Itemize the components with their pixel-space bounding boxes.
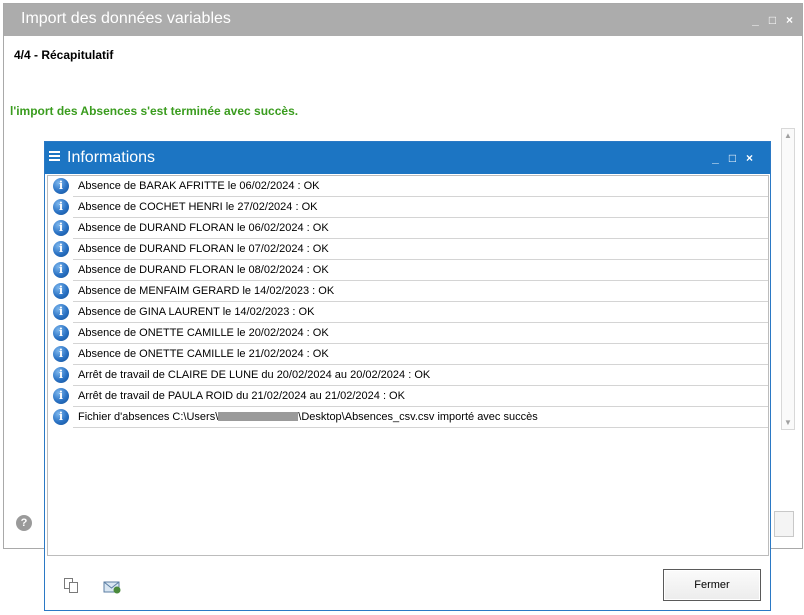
message-text: Absence de COCHET HENRI le 27/02/2024 : … xyxy=(73,197,768,218)
informations-dialog: Informations _ □ × i Absence de BARAK AFR… xyxy=(44,141,771,611)
scroll-down-icon[interactable]: ▼ xyxy=(782,418,794,427)
info-icon: i xyxy=(53,346,69,362)
message-text: Arrêt de travail de PAULA ROID du 21/02/… xyxy=(73,386,768,407)
partial-button[interactable] xyxy=(774,511,794,537)
info-icon: i xyxy=(53,262,69,278)
list-item[interactable]: i Absence de COCHET HENRI le 27/02/2024 :… xyxy=(48,197,768,218)
message-text: Absence de DURAND FLORAN le 08/02/2024 :… xyxy=(73,260,768,281)
list-item[interactable]: i Absence de BARAK AFRITTE le 06/02/2024 … xyxy=(48,176,768,197)
dialog-titlebar: Informations _ □ × xyxy=(45,142,770,174)
list-item[interactable]: i Absence de DURAND FLORAN le 07/02/2024 … xyxy=(48,239,768,260)
minimize-button[interactable]: _ xyxy=(747,13,764,27)
file-path-prefix: Fichier d'absences C:\Users\ xyxy=(78,411,219,423)
info-icon: i xyxy=(53,388,69,404)
help-icon[interactable]: ? xyxy=(16,515,32,531)
window-title: Import des données variables xyxy=(21,10,231,27)
message-text: Absence de DURAND FLORAN le 06/02/2024 :… xyxy=(73,218,768,239)
message-text: Absence de DURAND FLORAN le 07/02/2024 :… xyxy=(73,239,768,260)
scroll-up-icon[interactable]: ▲ xyxy=(782,131,794,140)
copy-icon[interactable] xyxy=(63,578,79,594)
list-item[interactable]: i Arrêt de travail de PAULA ROID du 21/02… xyxy=(48,386,768,407)
message-text: Arrêt de travail de CLAIRE DE LUNE du 20… xyxy=(73,365,768,386)
message-text: Absence de MENFAIM GERARD le 14/02/2023 … xyxy=(73,281,768,302)
redacted-username xyxy=(218,412,299,421)
info-icon: i xyxy=(53,367,69,383)
list-item[interactable]: i Absence de DURAND FLORAN le 08/02/2024 … xyxy=(48,260,768,281)
dialog-close-button[interactable]: × xyxy=(741,151,758,165)
import-window-titlebar: Import des données variables _ □ × xyxy=(4,4,802,36)
message-text: Fichier d'absences C:\Users\ \Desktop\Abs… xyxy=(73,407,768,428)
maximize-button[interactable]: □ xyxy=(764,13,781,27)
success-message: l'import des Absences s'est terminée ave… xyxy=(10,104,299,118)
info-icon: i xyxy=(53,199,69,215)
message-text: Absence de GINA LAURENT le 14/02/2023 : … xyxy=(73,302,768,323)
close-dialog-button[interactable]: Fermer xyxy=(663,569,761,601)
list-item[interactable]: i Absence de ONETTE CAMILLE le 20/02/2024… xyxy=(48,323,768,344)
list-item[interactable]: i Absence de ONETTE CAMILLE le 21/02/2024… xyxy=(48,344,768,365)
email-icon[interactable] xyxy=(103,579,121,594)
list-icon xyxy=(49,151,60,163)
dialog-maximize-button[interactable]: □ xyxy=(724,151,741,165)
step-title: 4/4 - Récapitulatif xyxy=(14,48,114,62)
message-text: Absence de ONETTE CAMILLE le 21/02/2024 … xyxy=(73,344,768,365)
close-button[interactable]: × xyxy=(781,13,798,27)
message-text: Absence de ONETTE CAMILLE le 20/02/2024 … xyxy=(73,323,768,344)
dialog-minimize-button[interactable]: _ xyxy=(707,151,724,165)
list-item-file[interactable]: i Fichier d'absences C:\Users\ \Desktop\A… xyxy=(48,407,768,428)
list-item[interactable]: i Absence de GINA LAURENT le 14/02/2023 :… xyxy=(48,302,768,323)
dialog-title: Informations xyxy=(67,149,156,166)
info-icon: i xyxy=(53,325,69,341)
message-list[interactable]: i Absence de BARAK AFRITTE le 06/02/2024 … xyxy=(47,175,769,556)
info-icon: i xyxy=(53,304,69,320)
info-icon: i xyxy=(53,283,69,299)
info-icon: i xyxy=(53,220,69,236)
file-path-suffix: \Desktop\Absences_csv.csv importé avec s… xyxy=(298,411,538,423)
info-icon: i xyxy=(53,241,69,257)
info-icon: i xyxy=(53,409,69,425)
list-item[interactable]: i Absence de DURAND FLORAN le 06/02/2024 … xyxy=(48,218,768,239)
list-item[interactable]: i Absence de MENFAIM GERARD le 14/02/2023… xyxy=(48,281,768,302)
info-icon: i xyxy=(53,178,69,194)
message-text: Absence de BARAK AFRITTE le 06/02/2024 :… xyxy=(73,176,768,197)
list-item[interactable]: i Arrêt de travail de CLAIRE DE LUNE du 2… xyxy=(48,365,768,386)
vertical-scrollbar[interactable]: ▲ ▼ xyxy=(781,128,795,430)
